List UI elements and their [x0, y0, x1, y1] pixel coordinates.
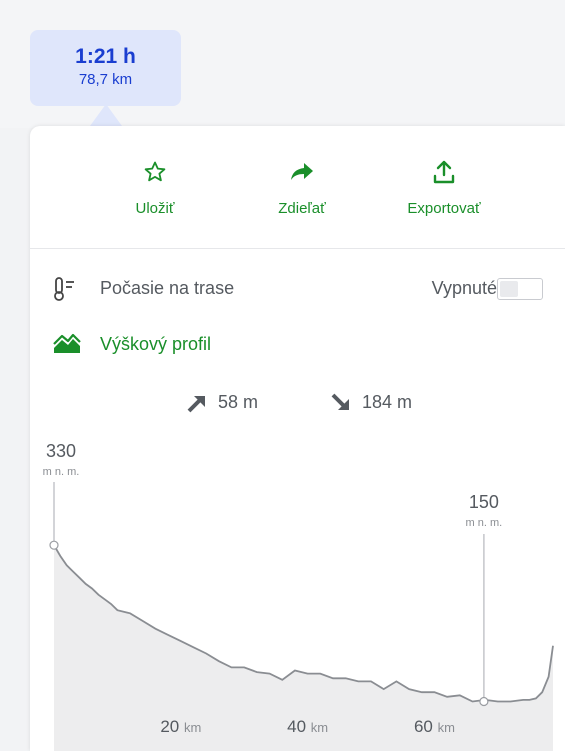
weather-state-label: Vypnuté	[431, 278, 497, 298]
elevation-profile-link[interactable]: Výškový profil	[100, 334, 211, 355]
end-elevation-value: 150	[469, 492, 499, 512]
descent-arrow-icon	[331, 393, 349, 410]
elevation-chart[interactable]: 330 m n. m. 150 m n. m. 20 km 40 km 60 km	[30, 426, 565, 751]
export-button[interactable]: Exportovať	[384, 156, 504, 217]
export-upload-icon	[433, 160, 455, 184]
save-button[interactable]: Uložiť	[95, 156, 215, 217]
export-label: Exportovať	[407, 200, 481, 217]
max-elevation-marker	[49, 540, 59, 550]
max-elevation-unit: m n. m.	[43, 466, 80, 478]
ascent-value: 58 m	[218, 392, 259, 412]
end-elevation-unit: m n. m.	[466, 517, 503, 529]
thermometer-icon	[54, 277, 74, 301]
star-icon	[144, 161, 166, 182]
save-label: Uložiť	[135, 200, 175, 217]
descent-value: 184 m	[362, 392, 413, 412]
action-bar: Uložiť Zdieľať Exportovať	[30, 126, 565, 249]
share-arrow-icon	[291, 163, 313, 180]
route-time: 1:21 h	[75, 45, 136, 68]
x-tick-label: 40 km	[287, 717, 328, 736]
elevation-row: Výškový profil	[30, 326, 565, 362]
share-label: Zdieľať	[278, 200, 326, 217]
weather-label: Počasie na trase	[100, 278, 235, 298]
chip-pointer	[90, 104, 122, 126]
weather-row: Počasie na trase Vypnuté	[30, 270, 565, 306]
toggle-knob	[500, 281, 518, 297]
weather-toggle[interactable]	[497, 278, 543, 300]
x-tick-label: 20 km	[160, 717, 201, 736]
ascent-arrow-icon	[187, 395, 205, 412]
route-distance: 78,7 km	[78, 71, 133, 88]
share-button[interactable]: Zdieľať	[242, 156, 362, 217]
mountain-icon	[53, 333, 81, 353]
route-detail-panel: Uložiť Zdieľať Exportovať Počasie na tra…	[30, 126, 565, 751]
descent-stat: 184 m	[330, 392, 412, 413]
ascent-stat: 58 m	[186, 392, 258, 413]
x-tick-label: 60 km	[414, 717, 455, 736]
end-elevation-marker	[479, 696, 489, 707]
route-summary-chip[interactable]: 1:21 h 78,7 km	[30, 30, 181, 106]
max-elevation-value: 330	[46, 441, 76, 461]
